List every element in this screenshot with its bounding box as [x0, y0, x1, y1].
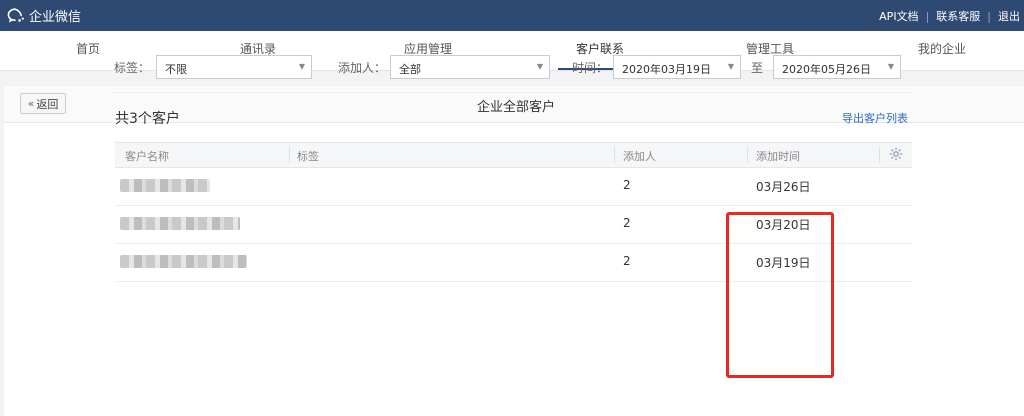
start-date-value: 2020年03月19日: [622, 63, 711, 76]
highlight-box: [726, 212, 834, 378]
adder-count: 2: [623, 216, 631, 230]
column-divider: [747, 147, 748, 163]
export-customer-list-link[interactable]: 导出客户列表: [842, 110, 908, 126]
adder-filter-label: 添加人：: [338, 61, 387, 75]
column-divider: [614, 147, 615, 163]
start-date-select[interactable]: 2020年03月19日 ▼: [613, 55, 741, 79]
column-header-customer-name[interactable]: 客户名称: [125, 148, 169, 164]
gear-icon[interactable]: [888, 146, 904, 162]
column-header-tags[interactable]: 标签: [297, 148, 319, 164]
redacted-customer-name: [120, 217, 240, 230]
divider: |: [925, 9, 930, 23]
divider: [114, 92, 912, 93]
chevron-down-icon: ▼: [887, 62, 894, 71]
api-docs-link[interactable]: API文档: [879, 8, 918, 24]
column-header-adder[interactable]: 添加人: [623, 148, 656, 164]
adder-select[interactable]: 全部 ▼: [390, 55, 550, 79]
adder-count: 2: [623, 254, 631, 268]
column-divider: [289, 147, 290, 163]
filter-bar: 标签： 不限 ▼ 添加人： 全部 ▼ 时间： 2020年03月19日 ▼ 至 2…: [114, 55, 914, 79]
adder-select-value: 全部: [399, 63, 421, 76]
contact-support-link[interactable]: 联系客服: [936, 8, 980, 24]
top-links: API文档 | 联系客服 | 退出: [879, 8, 1020, 24]
time-filter-label: 时间：: [572, 61, 609, 75]
logout-link[interactable]: 退出: [998, 8, 1020, 24]
end-date-value: 2020年05月26日: [782, 63, 871, 76]
column-header-add-time[interactable]: 添加时间: [756, 148, 800, 164]
end-date-select[interactable]: 2020年05月26日 ▼: [773, 55, 901, 79]
app-name: 企业微信: [29, 10, 82, 25]
wecom-logo-icon: [7, 7, 24, 23]
redacted-customer-name: [120, 255, 247, 268]
tag-select-value: 不限: [165, 63, 187, 76]
column-divider: [879, 147, 880, 163]
customer-count: 共3个客户: [115, 111, 180, 127]
add-time: 03月26日: [756, 180, 811, 194]
date-range-separator: 至: [751, 61, 764, 75]
adder-count: 2: [623, 178, 631, 192]
table-header: 客户名称 标签 添加人 添加时间: [115, 142, 912, 168]
redacted-customer-name: [120, 179, 210, 192]
chevron-down-icon: ▼: [727, 62, 734, 71]
tag-filter-label: 标签：: [114, 61, 151, 75]
divider: |: [987, 9, 991, 23]
chevron-down-icon: ▼: [298, 62, 305, 71]
top-bar: 企业微信 API文档 | 联系客服 | 退出: [0, 0, 1024, 31]
table-row[interactable]: 2 03月26日: [115, 167, 912, 206]
chevron-down-icon: ▼: [536, 62, 543, 71]
app-logo[interactable]: 企业微信: [6, 5, 81, 26]
tag-select[interactable]: 不限 ▼: [156, 55, 312, 79]
